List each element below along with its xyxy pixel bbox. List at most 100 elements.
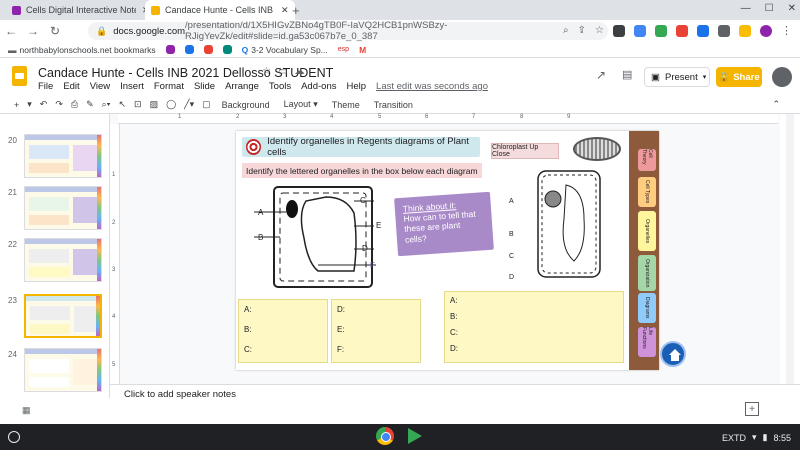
close-icon[interactable]: ✕ <box>281 5 289 16</box>
cloud-icon[interactable]: ☁ <box>294 66 304 77</box>
browser-tab-2[interactable]: Candace Hunte - Cells INB 2021 ✕ <box>145 0 295 20</box>
side-tab-life-functions[interactable]: Life Functions <box>638 327 656 357</box>
star-icon[interactable]: ☆ <box>262 66 271 77</box>
chevron-down-icon[interactable]: ▾ <box>23 99 36 110</box>
menu-help[interactable]: Help <box>346 81 366 92</box>
select-icon[interactable]: ↖ <box>114 99 130 110</box>
explore-icon[interactable]: + <box>745 402 759 416</box>
forward-icon[interactable]: → <box>22 24 44 38</box>
comments-icon[interactable]: ▤ <box>622 68 632 81</box>
menu-view[interactable]: View <box>90 81 110 92</box>
menu-file[interactable]: File <box>38 81 53 92</box>
grid-view-icon[interactable]: ▦ <box>22 405 31 416</box>
status-tray[interactable]: EXTD ▾ ▮ 8:55 <box>722 432 791 443</box>
extension-icon[interactable] <box>613 24 625 37</box>
bookmark-app[interactable] <box>222 45 232 54</box>
bookmark-esp[interactable]: esp <box>338 46 349 53</box>
theme-button[interactable]: Theme <box>325 100 367 110</box>
more-icon[interactable]: ⋮ <box>781 24 792 37</box>
layout-button[interactable]: Layout ▾ <box>277 99 325 110</box>
bookmark-app[interactable] <box>203 45 213 54</box>
extension-icon[interactable] <box>655 24 667 37</box>
menu-slide[interactable]: Slide <box>194 81 215 92</box>
zoom-icon[interactable]: ⌕▾ <box>98 99 115 110</box>
home-icon[interactable] <box>660 341 686 367</box>
share-url-icon[interactable]: ⇪ <box>578 25 586 36</box>
menu-addons[interactable]: Add-ons <box>301 81 336 92</box>
play-store-icon[interactable] <box>408 428 422 444</box>
reload-icon[interactable]: ↻ <box>44 24 66 38</box>
menu-arrange[interactable]: Arrange <box>225 81 259 92</box>
bookmark-gmail[interactable]: M <box>359 45 366 55</box>
move-folder-icon[interactable]: ▭ <box>278 66 287 77</box>
address-bar[interactable]: 🔒 docs.google.com /presentation/d/1X5HIG… <box>88 20 608 42</box>
extension-icon[interactable] <box>634 24 646 37</box>
shape-icon[interactable]: ◯ <box>162 99 180 110</box>
menu-tools[interactable]: Tools <box>269 81 291 92</box>
slide-number: 20 <box>8 136 17 145</box>
back-icon[interactable]: ← <box>0 24 22 38</box>
extension-icon[interactable] <box>697 24 709 37</box>
background-button[interactable]: Background <box>215 100 277 110</box>
answer-box-right[interactable]: A: B: C: D: <box>444 291 624 363</box>
side-tab-cell-types[interactable]: Cell Types <box>638 177 656 207</box>
side-tab-organelles[interactable]: Organelles <box>638 211 656 251</box>
red-app-icon <box>203 45 213 54</box>
answer-box-left[interactable]: A: B: C: <box>238 299 328 363</box>
slide-thumbnail[interactable] <box>24 186 102 230</box>
slides-logo-icon[interactable] <box>12 66 27 86</box>
side-tab-diagrams[interactable]: Diagrams <box>638 293 656 323</box>
profile-avatar[interactable] <box>760 24 772 37</box>
slide-canvas[interactable]: Identify organelles in Regents diagrams … <box>236 131 659 370</box>
activity-icon[interactable]: ↗ <box>596 68 606 82</box>
speaker-notes-placeholder[interactable]: Click to add speaker notes <box>124 389 236 400</box>
extension-icon[interactable] <box>739 24 751 37</box>
side-tab-organization[interactable]: Organization <box>638 255 656 291</box>
browser-tab-1[interactable]: Cells Digital Interactive Note ✕ <box>6 0 156 20</box>
bookmark-vocabulary[interactable]: Q 3-2 Vocabulary Sp... <box>242 45 328 55</box>
comment-icon[interactable]: ▢ <box>198 99 215 110</box>
slide-thumbnail[interactable] <box>24 134 102 178</box>
bookmark-northbabylon[interactable]: ▬ northbabylonschools.net bookmarks <box>8 45 156 55</box>
window-controls: — ☐ ✕ <box>741 3 796 14</box>
text-box-icon[interactable]: ⊡ <box>130 99 146 110</box>
present-button[interactable]: ▣ Present ▾ <box>644 67 710 87</box>
battery-icon: ▮ <box>762 432 768 442</box>
star-icon[interactable]: ☆ <box>595 25 604 36</box>
transition-button[interactable]: Transition <box>367 100 420 110</box>
launcher-icon[interactable] <box>8 431 20 443</box>
vertical-scrollbar[interactable] <box>786 114 794 398</box>
answer-label: D: <box>450 344 458 353</box>
side-tab-cell-theory[interactable]: Cell Theory <box>638 149 656 171</box>
new-tab-icon[interactable]: + <box>292 3 300 18</box>
close-window-icon[interactable]: ✕ <box>788 3 796 14</box>
answer-box-middle[interactable]: D: E: F: <box>331 299 421 363</box>
last-edit-link[interactable]: Last edit was seconds ago <box>376 81 488 92</box>
bookmark-app[interactable] <box>165 45 175 54</box>
redo-icon[interactable]: ↷ <box>51 99 67 110</box>
collapse-toolbar-icon[interactable]: ⌃ <box>768 99 784 110</box>
minimize-icon[interactable]: — <box>741 3 751 14</box>
undo-icon[interactable]: ↶ <box>36 99 52 110</box>
image-icon[interactable]: ▨ <box>146 99 163 110</box>
avatar[interactable] <box>772 67 792 87</box>
slide-thumbnail[interactable] <box>24 238 102 282</box>
menu-insert[interactable]: Insert <box>120 81 144 92</box>
line-icon[interactable]: ╱▾ <box>180 99 198 110</box>
new-slide-icon[interactable]: + <box>10 100 23 110</box>
slide-thumbnail-selected[interactable] <box>24 294 102 338</box>
maximize-icon[interactable]: ☐ <box>765 3 774 14</box>
zoom-icon[interactable]: ⌕ <box>563 25 569 36</box>
extension-icon[interactable] <box>676 24 688 37</box>
print-icon[interactable]: ⎙ <box>67 99 82 110</box>
chevron-down-icon[interactable]: ▾ <box>703 73 711 81</box>
bookmark-app[interactable] <box>184 45 194 54</box>
slide-thumbnail[interactable] <box>24 348 102 392</box>
menu-format[interactable]: Format <box>154 81 184 92</box>
chrome-icon[interactable] <box>376 427 394 445</box>
extension-icon[interactable] <box>718 24 730 37</box>
menu-bar: File Edit View Insert Format Slide Arran… <box>38 81 488 92</box>
menu-edit[interactable]: Edit <box>63 81 79 92</box>
share-button[interactable]: 🔒 Share <box>716 67 762 87</box>
paint-format-icon[interactable]: ✎ <box>82 99 98 110</box>
